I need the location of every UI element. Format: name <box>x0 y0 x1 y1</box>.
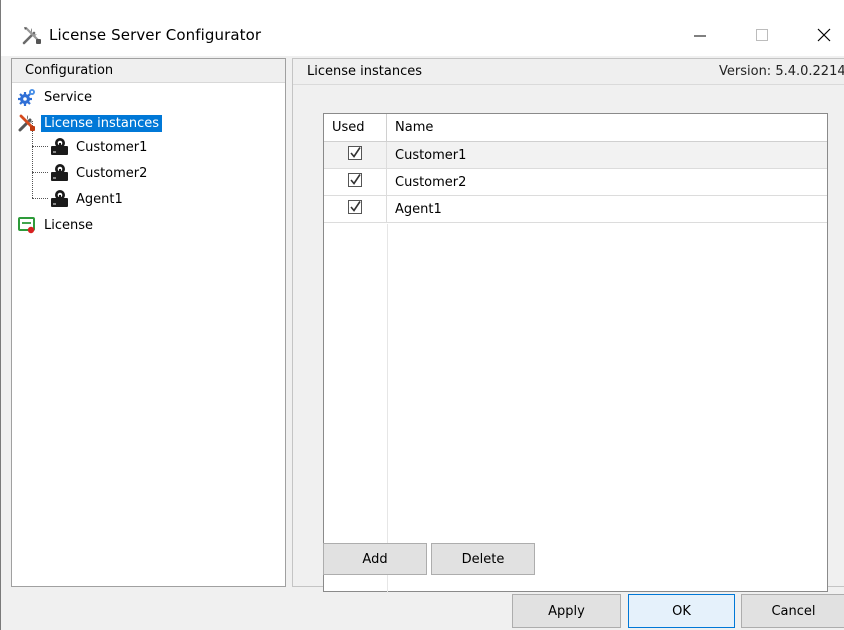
column-divider <box>387 224 388 593</box>
tree-item-label: Customer2 <box>76 165 148 181</box>
tools-icon <box>21 24 43 46</box>
server-icon <box>48 162 70 184</box>
column-header-name[interactable]: Name <box>387 114 827 142</box>
app-window: License Server Configurator Configuratio… <box>0 0 844 630</box>
maximize-button[interactable] <box>739 16 785 54</box>
minimize-icon <box>693 28 707 42</box>
tree-item-customer2[interactable]: Customer2 <box>48 161 150 185</box>
tree-connector <box>32 198 48 199</box>
ok-button[interactable]: OK <box>628 594 735 628</box>
used-cell <box>324 142 387 168</box>
used-checkbox[interactable] <box>348 146 362 164</box>
table-row[interactable]: Agent1 <box>324 196 827 223</box>
configuration-header: Configuration <box>12 59 285 83</box>
name-cell: Customer1 <box>395 147 467 163</box>
panel-header: License instances Version: 5.4.0.2214 <box>293 59 844 85</box>
panel-title: License instances <box>307 64 422 79</box>
tree-item-label: License instances <box>41 114 162 132</box>
tree-item-label: Service <box>44 89 93 105</box>
grid-header: Used Name <box>324 114 827 142</box>
tools-icon <box>16 112 38 134</box>
minimize-button[interactable] <box>677 16 723 54</box>
tree-item-license-instances[interactable]: License instances <box>16 111 162 135</box>
close-button[interactable] <box>801 16 844 54</box>
tree-connector <box>32 146 48 147</box>
table-row[interactable]: Customer1 <box>324 142 827 169</box>
tree-item-service[interactable]: Service <box>16 85 95 109</box>
license-icon <box>16 214 38 236</box>
gear-icon <box>16 86 38 108</box>
name-cell: Agent1 <box>395 201 442 217</box>
title-bar[interactable]: License Server Configurator <box>1 0 844 56</box>
tree-item-license[interactable]: License <box>16 213 96 237</box>
column-header-used[interactable]: Used <box>324 114 387 142</box>
table-row[interactable]: Customer2 <box>324 169 827 196</box>
server-icon <box>48 136 70 158</box>
server-icon <box>48 188 70 210</box>
configuration-panel: Configuration Service License instances … <box>11 58 286 587</box>
cancel-button[interactable]: Cancel <box>741 594 844 628</box>
used-checkbox[interactable] <box>348 173 362 191</box>
used-cell <box>324 196 387 222</box>
maximize-icon <box>755 28 769 42</box>
tree-connector <box>32 172 48 173</box>
add-button[interactable]: Add <box>323 543 427 575</box>
delete-button[interactable]: Delete <box>431 543 535 575</box>
license-instances-panel: License instances Version: 5.4.0.2214 Us… <box>292 58 844 593</box>
version-label: Version: 5.4.0.2214 <box>719 64 844 79</box>
close-icon <box>816 27 832 43</box>
apply-button[interactable]: Apply <box>512 594 621 628</box>
name-cell: Customer2 <box>395 174 467 190</box>
license-instances-grid[interactable]: Used Name Customer1 Customer2 Agent1 <box>323 113 828 593</box>
used-cell <box>324 169 387 195</box>
window-title: License Server Configurator <box>49 26 262 44</box>
tree-item-agent1[interactable]: Agent1 <box>48 187 126 211</box>
tree-item-label: Agent1 <box>76 191 123 207</box>
tree-item-customer1[interactable]: Customer1 <box>48 135 150 159</box>
tree-item-label: License <box>44 217 94 233</box>
tree-item-label: Customer1 <box>76 139 148 155</box>
used-checkbox[interactable] <box>348 200 362 218</box>
